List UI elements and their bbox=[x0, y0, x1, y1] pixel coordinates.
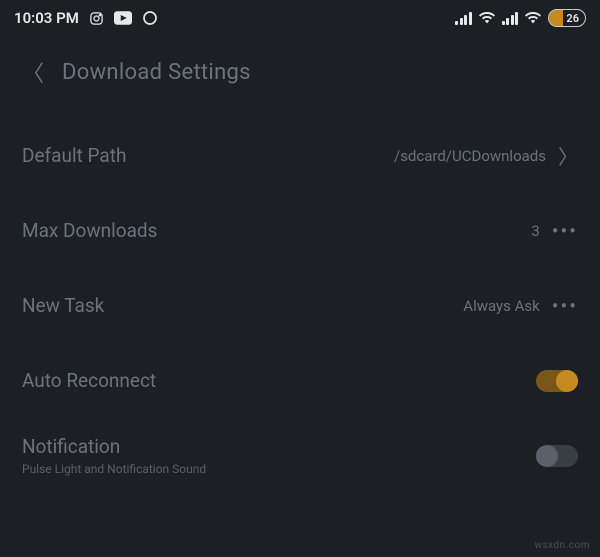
page-header: 〈 Download Settings bbox=[0, 36, 600, 118]
default-path-label: Default Path bbox=[22, 144, 126, 167]
chevron-right-icon: 〉 bbox=[558, 141, 578, 170]
status-bar-left: 10:03 PM bbox=[14, 9, 158, 27]
circle-icon bbox=[142, 10, 158, 26]
default-path-value: /sdcard/UCDownloads bbox=[394, 147, 546, 165]
notification-toggle[interactable] bbox=[536, 445, 578, 467]
toggle-knob-icon bbox=[556, 370, 578, 392]
default-path-value-wrap: /sdcard/UCDownloads 〉 bbox=[394, 141, 578, 170]
notification-label: Notification bbox=[22, 435, 206, 458]
youtube-icon bbox=[114, 11, 132, 25]
battery-fill-icon bbox=[549, 10, 563, 26]
max-downloads-value: 3 bbox=[531, 222, 539, 240]
status-bar: 10:03 PM 26 bbox=[0, 0, 600, 36]
max-downloads-value-wrap: 3 ••• bbox=[531, 219, 578, 243]
row-default-path[interactable]: Default Path /sdcard/UCDownloads 〉 bbox=[22, 118, 578, 193]
notification-sublabel: Pulse Light and Notification Sound bbox=[22, 462, 206, 476]
settings-list: Default Path /sdcard/UCDownloads 〉 Max D… bbox=[0, 118, 600, 493]
status-bar-right: 26 bbox=[455, 9, 586, 27]
wifi-icon bbox=[525, 10, 541, 26]
battery-percent: 26 bbox=[563, 12, 579, 25]
signal-icon bbox=[455, 11, 472, 25]
more-dots-icon: ••• bbox=[552, 219, 578, 243]
instagram-icon bbox=[89, 11, 104, 26]
new-task-value-wrap: Always Ask ••• bbox=[463, 294, 578, 318]
page-title: Download Settings bbox=[62, 60, 251, 85]
back-icon[interactable]: 〈 bbox=[22, 56, 44, 88]
max-downloads-label: Max Downloads bbox=[22, 219, 157, 242]
row-notification: Notification Pulse Light and Notificatio… bbox=[22, 418, 578, 493]
notification-label-col: Notification Pulse Light and Notificatio… bbox=[22, 435, 206, 476]
auto-reconnect-label: Auto Reconnect bbox=[22, 369, 156, 392]
auto-reconnect-toggle[interactable] bbox=[536, 370, 578, 392]
row-max-downloads[interactable]: Max Downloads 3 ••• bbox=[22, 193, 578, 268]
row-new-task[interactable]: New Task Always Ask ••• bbox=[22, 268, 578, 343]
new-task-label: New Task bbox=[22, 294, 104, 317]
battery-indicator: 26 bbox=[548, 9, 586, 27]
watermark: wsxdn.com bbox=[534, 540, 590, 551]
new-task-value: Always Ask bbox=[463, 297, 539, 315]
wifi-sync-icon bbox=[479, 10, 495, 26]
row-auto-reconnect: Auto Reconnect bbox=[22, 343, 578, 418]
clock: 10:03 PM bbox=[14, 9, 79, 27]
more-dots-icon: ••• bbox=[552, 294, 578, 318]
signal-icon-2 bbox=[502, 11, 519, 25]
toggle-knob-icon bbox=[536, 445, 558, 467]
